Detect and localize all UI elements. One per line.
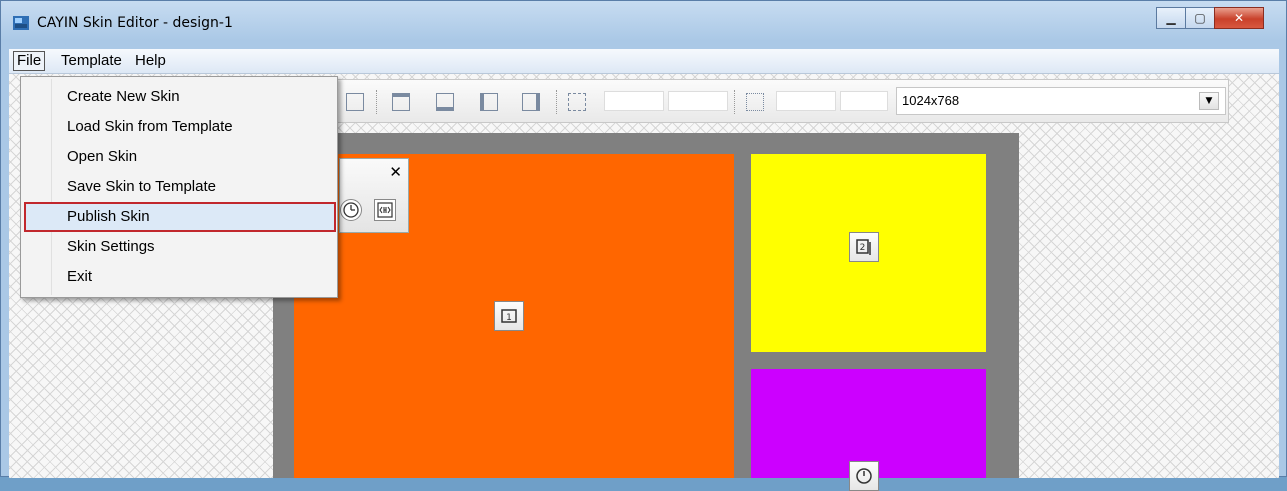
- toolbar-separator: [376, 90, 378, 114]
- resolution-value: 1024x768: [902, 93, 960, 108]
- zone-number: 2: [860, 243, 866, 253]
- close-button[interactable]: ✕: [1214, 7, 1264, 29]
- image-zone-icon[interactable]: 2: [849, 232, 879, 262]
- window-title: CAYIN Skin Editor - design-1: [37, 15, 233, 31]
- resolution-select[interactable]: 1024x768 ▼: [896, 87, 1226, 115]
- align-right-icon[interactable]: [522, 93, 540, 111]
- size-icon[interactable]: [746, 93, 764, 111]
- maximize-icon: ▢: [1194, 11, 1206, 25]
- menu-skin-settings[interactable]: Skin Settings: [67, 233, 155, 261]
- menu-save-skin-to-template[interactable]: Save Skin to Template: [67, 173, 216, 201]
- clock-tool-icon[interactable]: [340, 199, 362, 221]
- menu-open-skin[interactable]: Open Skin: [67, 143, 137, 171]
- position-icon[interactable]: [568, 93, 586, 111]
- title-bar[interactable]: CAYIN Skin Editor - design-1 ▁ ▢ ✕: [1, 1, 1286, 49]
- app-icon: [13, 16, 29, 30]
- align-top-icon[interactable]: [392, 93, 410, 111]
- size-height-field[interactable]: [840, 91, 888, 111]
- zone-3[interactable]: [751, 369, 986, 491]
- align-left-icon[interactable]: [480, 93, 498, 111]
- image-icon: 2: [856, 239, 871, 255]
- palette-close-icon[interactable]: ✕: [389, 163, 402, 181]
- position-x-field[interactable]: [604, 91, 664, 111]
- toolbar-separator: [556, 90, 558, 114]
- zone-2[interactable]: 2: [751, 154, 986, 352]
- position-y-field[interactable]: [668, 91, 728, 111]
- menu-help[interactable]: Help: [131, 52, 170, 70]
- html-icon: [377, 202, 393, 218]
- minimize-icon: ▁: [1166, 11, 1176, 25]
- align-bottom-icon[interactable]: [436, 93, 454, 111]
- clock-icon: [856, 468, 872, 484]
- size-width-field[interactable]: [776, 91, 836, 111]
- menu-file[interactable]: File: [13, 51, 46, 71]
- file-menu-dropdown: Create New Skin Load Skin from Template …: [20, 76, 338, 298]
- toolbar: 1024x768 ▼: [335, 79, 1229, 123]
- chevron-down-icon[interactable]: ▼: [1199, 92, 1219, 110]
- clock-icon: [343, 202, 359, 218]
- html-tool-icon[interactable]: [374, 199, 396, 221]
- toolbar-separator: [734, 90, 736, 114]
- menu-load-skin-from-template[interactable]: Load Skin from Template: [67, 113, 233, 141]
- clock-zone-icon[interactable]: [849, 461, 879, 491]
- menu-template[interactable]: Template: [57, 52, 126, 70]
- app-window: CAYIN Skin Editor - design-1 ▁ ▢ ✕ File …: [0, 0, 1287, 491]
- video-zone-icon[interactable]: 1: [494, 301, 524, 331]
- video-icon: 1: [501, 309, 517, 323]
- maximize-button[interactable]: ▢: [1185, 7, 1215, 29]
- fit-size-icon[interactable]: [346, 93, 364, 111]
- zone-number: 1: [506, 313, 512, 323]
- minimize-button[interactable]: ▁: [1156, 7, 1186, 29]
- menu-publish-skin[interactable]: Publish Skin: [67, 203, 150, 231]
- close-icon: ✕: [1233, 11, 1245, 25]
- menu-exit[interactable]: Exit: [67, 263, 92, 291]
- menu-create-new-skin[interactable]: Create New Skin: [67, 83, 180, 111]
- menu-bar: File Template Help: [9, 49, 1279, 74]
- window-controls: ▁ ▢ ✕: [1156, 7, 1264, 31]
- zone-palette: ✕: [339, 158, 409, 233]
